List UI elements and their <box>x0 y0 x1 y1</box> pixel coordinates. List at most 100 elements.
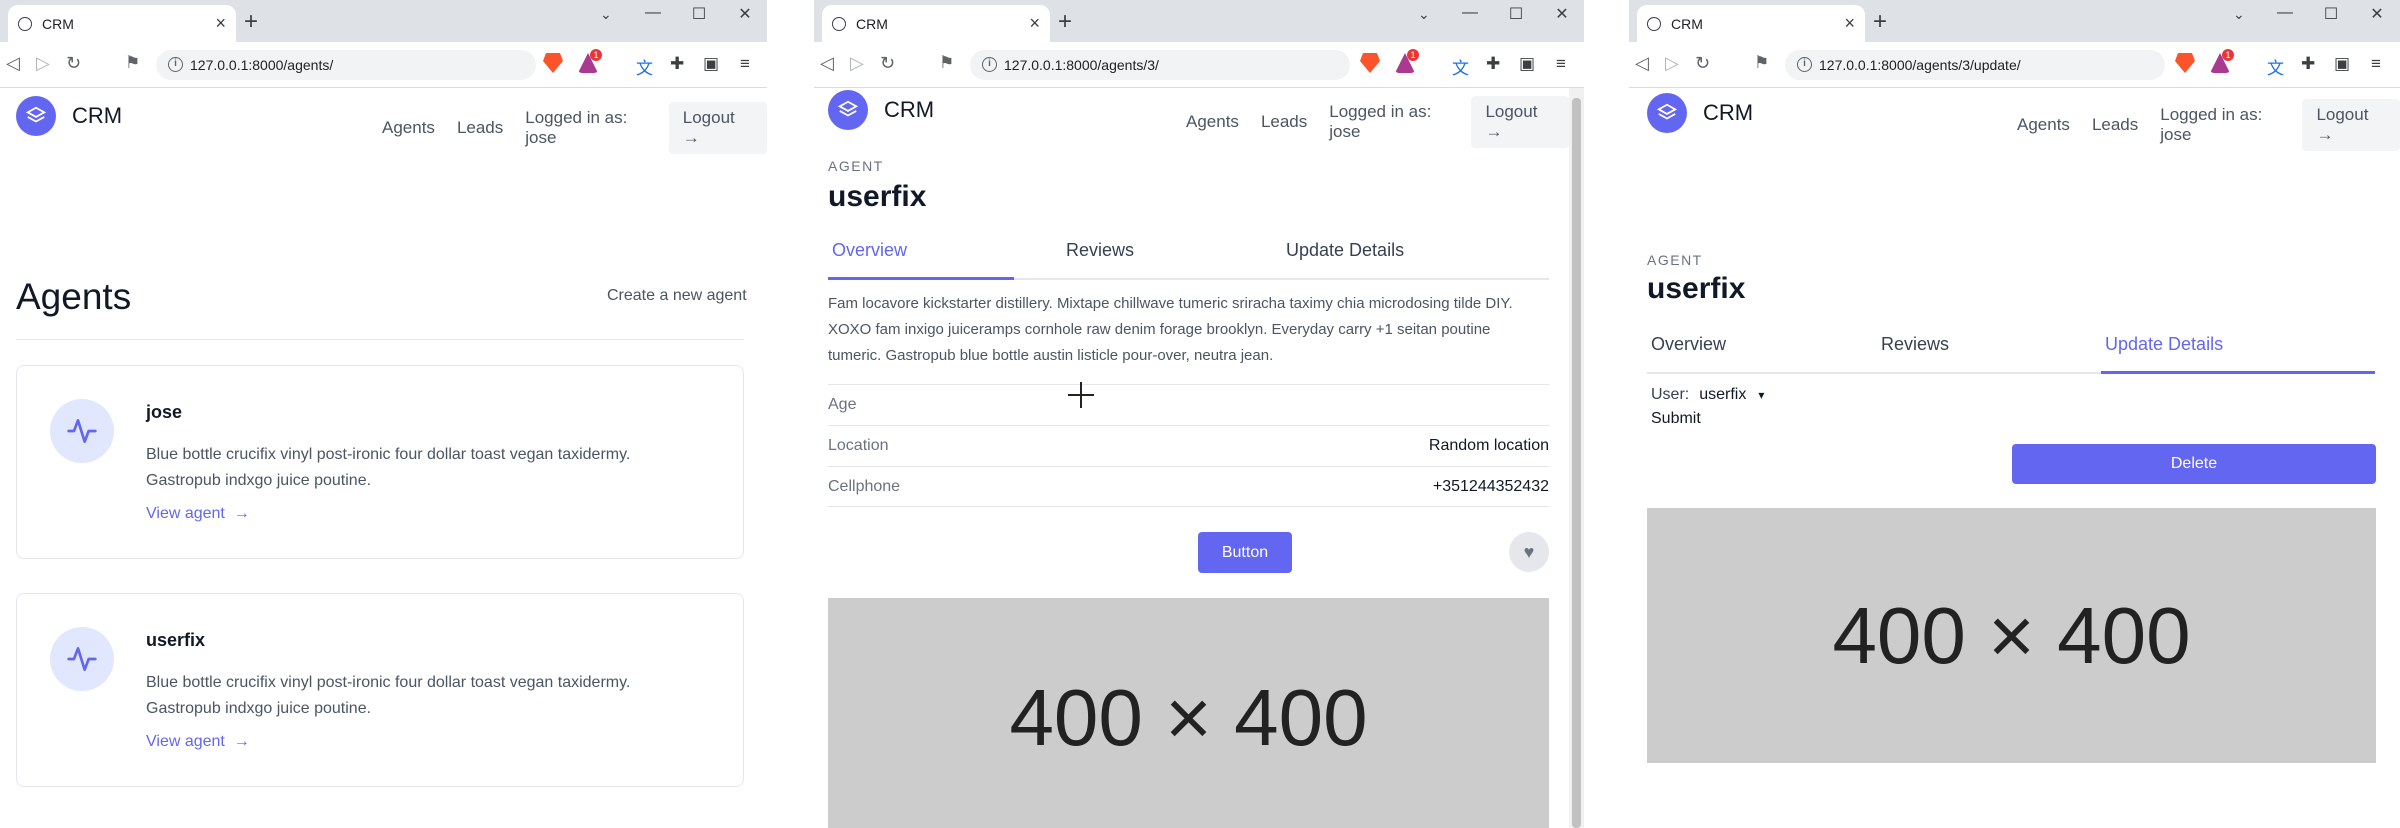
nav-leads-link[interactable]: Leads <box>2092 115 2138 135</box>
wallet-icon[interactable]: ▣ <box>703 54 719 74</box>
eyebrow-label: AGENT <box>828 158 884 174</box>
reload-icon[interactable]: ↻ <box>66 53 81 74</box>
tab-overview[interactable]: Overview <box>828 240 1014 280</box>
back-icon[interactable]: ◁ <box>6 53 20 74</box>
scrollbar-thumb[interactable] <box>1572 98 1581 828</box>
minimize-button[interactable]: — <box>1447 4 1493 24</box>
brand[interactable]: CRM <box>828 90 934 130</box>
heart-icon[interactable]: ♥ <box>1509 532 1549 572</box>
translate-icon[interactable]: 文 <box>636 54 653 79</box>
address-bar[interactable]: i 127.0.0.1:8000/agents/ <box>156 50 536 80</box>
field-row: Location Random location <box>828 425 1549 466</box>
extensions-icon[interactable]: ✚ <box>2301 54 2315 74</box>
brand-name: CRM <box>72 103 123 128</box>
globe-icon <box>18 16 32 31</box>
menu-icon[interactable]: ≡ <box>740 54 750 74</box>
forward-icon[interactable]: ▷ <box>36 53 50 74</box>
minimize-button[interactable]: — <box>630 4 676 24</box>
translate-icon[interactable]: 文 <box>1452 54 1469 79</box>
extensions-icon[interactable]: ✚ <box>670 54 684 74</box>
logout-button[interactable]: Logout → <box>1471 96 1569 148</box>
browser-tab[interactable]: CRM × <box>822 5 1050 42</box>
brand[interactable]: CRM <box>1647 93 1753 133</box>
new-tab-button[interactable]: + <box>1873 10 1887 34</box>
address-bar[interactable]: i 127.0.0.1:8000/agents/3/ <box>970 50 1350 80</box>
close-window-button[interactable]: ✕ <box>1539 4 1584 24</box>
close-window-button[interactable]: ✕ <box>722 4 767 24</box>
arrow-right-icon: → <box>2316 125 2334 144</box>
bookmark-icon[interactable]: ⚑ <box>939 53 954 73</box>
forward-icon[interactable]: ▷ <box>1665 53 1679 74</box>
forward-icon[interactable]: ▷ <box>850 53 864 74</box>
view-agent-link[interactable]: View agent → <box>146 505 250 523</box>
field-label: Location <box>828 437 889 454</box>
close-tab-icon[interactable]: × <box>1844 13 1855 34</box>
tab-update-details[interactable]: Update Details <box>2101 334 2375 374</box>
bookmark-icon[interactable]: ⚑ <box>125 53 140 73</box>
tab-title: CRM <box>42 15 74 32</box>
reload-icon[interactable]: ↻ <box>880 53 895 74</box>
logout-button[interactable]: Logout → <box>2302 99 2400 151</box>
minimize-button[interactable]: — <box>2262 4 2308 24</box>
address-bar[interactable]: i 127.0.0.1:8000/agents/3/update/ <box>1785 50 2165 80</box>
new-tab-button[interactable]: + <box>244 10 258 34</box>
maximize-button[interactable]: ☐ <box>1493 4 1539 24</box>
top-nav: Agents Leads Logged in as: jose Logout → <box>1164 96 1569 148</box>
back-icon[interactable]: ◁ <box>820 53 834 74</box>
user-select[interactable]: User: userfix ▾ <box>1651 386 1764 404</box>
extensions-icon[interactable]: ✚ <box>1486 54 1500 74</box>
view-agent-link[interactable]: View agent → <box>146 733 250 751</box>
scrollbar[interactable] <box>1569 88 1584 828</box>
maximize-button[interactable]: ☐ <box>2308 4 2354 24</box>
nav-leads-link[interactable]: Leads <box>457 118 503 138</box>
submit-button[interactable]: Submit <box>1651 410 1701 428</box>
globe-icon <box>1647 16 1661 31</box>
browser-tab[interactable]: CRM × <box>1637 5 1865 42</box>
tab-update-details[interactable]: Update Details <box>1282 240 1502 280</box>
menu-icon[interactable]: ≡ <box>2371 54 2381 74</box>
logout-label: Logout <box>682 108 735 127</box>
reload-icon[interactable]: ↻ <box>1695 53 1710 74</box>
brand[interactable]: CRM <box>16 96 122 136</box>
info-icon[interactable]: i <box>982 57 997 72</box>
delete-button[interactable]: Delete <box>2012 444 2376 484</box>
close-tab-icon[interactable]: × <box>215 13 226 34</box>
browser-window-agent-detail: CRM × + ⌄ — ☐ ✕ ◁ ▷ ↻ ⚑ i 127.0.0.1:8000… <box>814 0 1584 828</box>
close-window-button[interactable]: ✕ <box>2354 4 2400 24</box>
brave-shield-icon[interactable] <box>1360 53 1380 73</box>
translate-icon[interactable]: 文 <box>2267 54 2284 79</box>
tab-reviews[interactable]: Reviews <box>1877 334 2063 374</box>
nav-agents-link[interactable]: Agents <box>2017 115 2070 135</box>
chevron-down-icon[interactable]: ⌄ <box>600 6 612 23</box>
info-icon[interactable]: i <box>168 57 183 72</box>
agent-title: userfix <box>1647 272 1746 305</box>
nav-agents-link[interactable]: Agents <box>1186 112 1239 132</box>
create-agent-link[interactable]: Create a new agent <box>607 287 747 305</box>
menu-icon[interactable]: ≡ <box>1556 54 1566 74</box>
tab-bar: Overview Reviews Update Details <box>1647 334 2375 374</box>
bookmark-icon[interactable]: ⚑ <box>1754 53 1769 73</box>
agent-description: Blue bottle crucifix vinyl post-ironic f… <box>146 446 631 489</box>
stack-logo-icon <box>16 96 56 136</box>
back-icon[interactable]: ◁ <box>1635 53 1649 74</box>
tab-overview[interactable]: Overview <box>1647 334 1833 374</box>
close-tab-icon[interactable]: × <box>1029 13 1040 34</box>
logout-button[interactable]: Logout → <box>668 102 767 154</box>
nav-leads-link[interactable]: Leads <box>1261 112 1307 132</box>
tab-strip: CRM × + ⌄ — ☐ ✕ <box>1629 0 2400 42</box>
brave-shield-icon[interactable] <box>543 53 563 73</box>
wallet-icon[interactable]: ▣ <box>1519 54 1535 74</box>
wallet-icon[interactable]: ▣ <box>2334 54 2350 74</box>
chevron-down-icon[interactable]: ⌄ <box>1418 6 1430 23</box>
stack-logo-icon <box>828 90 868 130</box>
chevron-down-icon[interactable]: ⌄ <box>2233 6 2245 23</box>
brave-shield-icon[interactable] <box>2175 53 2195 73</box>
browser-tab[interactable]: CRM × <box>8 5 236 42</box>
tab-reviews[interactable]: Reviews <box>1062 240 1248 280</box>
new-tab-button[interactable]: + <box>1058 10 1072 34</box>
primary-button[interactable]: Button <box>1198 532 1292 573</box>
maximize-button[interactable]: ☐ <box>676 4 722 24</box>
logout-label: Logout <box>2316 105 2369 124</box>
nav-agents-link[interactable]: Agents <box>382 118 435 138</box>
info-icon[interactable]: i <box>1797 57 1812 72</box>
